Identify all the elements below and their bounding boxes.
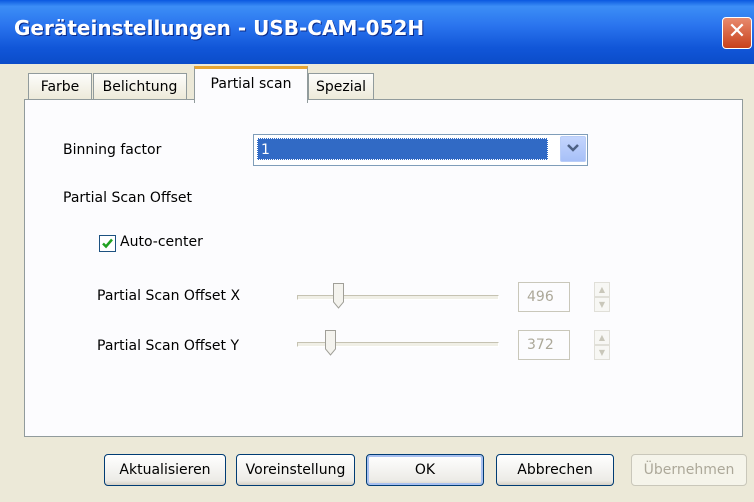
offset-y-slider[interactable] xyxy=(297,330,499,358)
close-button[interactable]: ✕ xyxy=(722,17,752,49)
offset-x-slider[interactable] xyxy=(297,283,499,311)
offset-y-label: Partial Scan Offset Y xyxy=(97,338,239,354)
offset-y-slider-thumb[interactable] xyxy=(325,330,336,356)
offset-x-slider-thumb[interactable] xyxy=(333,283,344,309)
offset-x-slider-track xyxy=(297,295,499,300)
title-bar[interactable]: Geräteinstellungen - USB-CAM-052H ✕ xyxy=(0,0,754,64)
cancel-button[interactable]: Abbrechen xyxy=(496,454,614,486)
tab-partial-scan[interactable]: Partial scan xyxy=(194,66,308,103)
offset-x-input[interactable]: 496 xyxy=(518,282,570,312)
refresh-button[interactable]: Aktualisieren xyxy=(104,454,226,486)
partial-scan-panel: Binning factor 1 Partial Scan Offset Aut… xyxy=(24,99,743,437)
binning-factor-label: Binning factor xyxy=(63,142,162,158)
defaults-button[interactable]: Voreinstellung xyxy=(236,454,355,486)
chevron-down-icon[interactable] xyxy=(560,136,586,162)
check-icon xyxy=(102,238,113,249)
tab-spezial[interactable]: Spezial xyxy=(308,73,374,100)
tab-belichtung[interactable]: Belichtung xyxy=(93,73,187,100)
binning-factor-select[interactable]: 1 xyxy=(253,134,588,166)
window-title: Geräteinstellungen - USB-CAM-052H xyxy=(14,16,425,40)
close-icon: ✕ xyxy=(727,19,747,44)
offset-y-spinner[interactable]: ▲ ▼ xyxy=(594,330,610,360)
offset-x-spinner[interactable]: ▲ ▼ xyxy=(594,282,610,312)
binning-factor-value: 1 xyxy=(257,138,548,160)
device-settings-dialog: Geräteinstellungen - USB-CAM-052H ✕ Farb… xyxy=(0,0,754,502)
auto-center-label: Auto-center xyxy=(120,234,203,250)
tab-farbe[interactable]: Farbe xyxy=(28,73,92,100)
spin-down-icon[interactable]: ▼ xyxy=(594,297,610,312)
apply-button[interactable]: Übernehmen xyxy=(631,454,747,486)
spin-down-icon[interactable]: ▼ xyxy=(594,345,610,360)
spin-up-icon[interactable]: ▲ xyxy=(594,330,610,345)
offset-y-input[interactable]: 372 xyxy=(518,330,570,360)
offset-x-label: Partial Scan Offset X xyxy=(97,288,241,304)
auto-center-checkbox[interactable] xyxy=(99,235,116,252)
ok-button[interactable]: OK xyxy=(366,454,484,486)
spin-up-icon[interactable]: ▲ xyxy=(594,282,610,297)
partial-scan-offset-label: Partial Scan Offset xyxy=(63,190,192,206)
